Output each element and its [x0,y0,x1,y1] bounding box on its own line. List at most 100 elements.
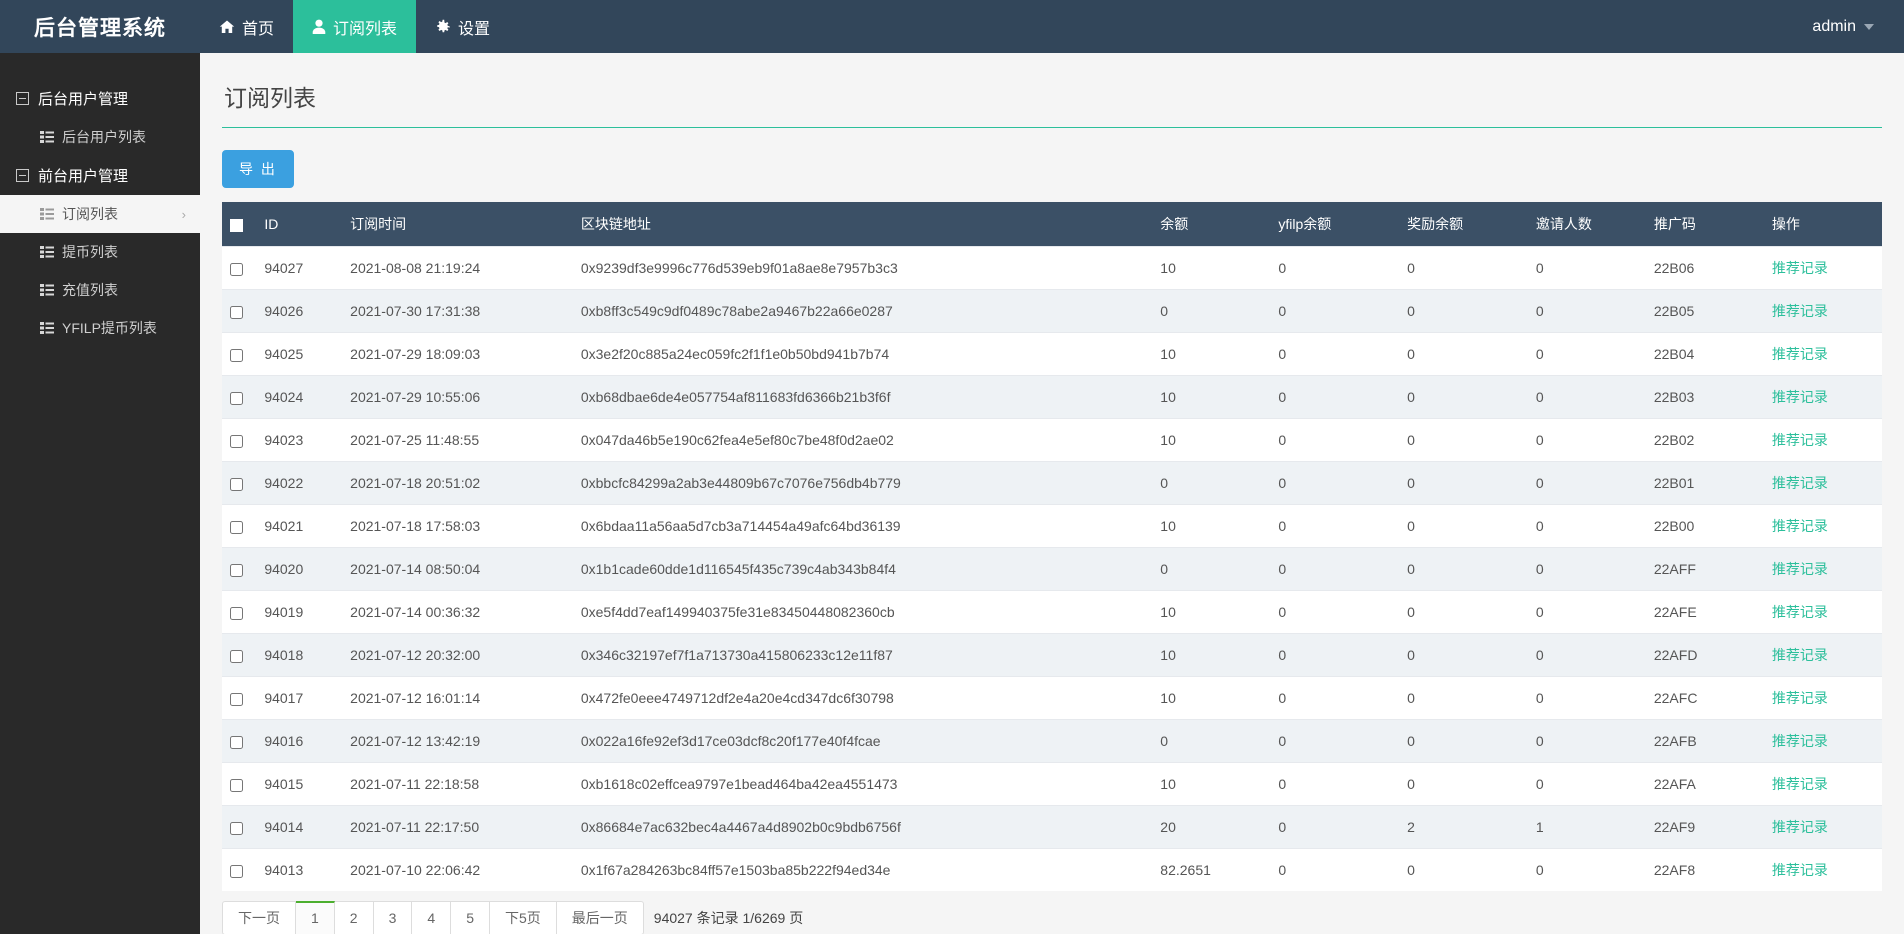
row-checkbox[interactable] [230,349,243,362]
referral-record-link[interactable]: 推荐记录 [1772,776,1828,792]
cell-balance: 20 [1152,806,1270,849]
cell-address: 0x1f67a284263bc84ff57e1503ba85b222f94ed3… [573,849,1152,892]
referral-record-link[interactable]: 推荐记录 [1772,690,1828,706]
pagination-link[interactable]: 3 [374,901,413,934]
row-checkbox[interactable] [230,392,243,405]
referral-record-link[interactable]: 推荐记录 [1772,561,1828,577]
cell-time: 2021-07-29 10:55:06 [342,376,573,419]
cell-yfilp-balance: 0 [1270,419,1399,462]
referral-record-link[interactable]: 推荐记录 [1772,346,1828,362]
cell-id: 94026 [256,290,342,333]
row-checkbox[interactable] [230,822,243,835]
pagination-link[interactable]: 2 [335,901,374,934]
sidebar-group-admin-users[interactable]: 后台用户管理 [0,79,200,118]
pagination-link[interactable]: 1 [296,901,335,934]
pagination-link[interactable]: 下5页 [490,901,557,934]
list-icon [40,131,54,143]
nav-item-settings[interactable]: 设置 [416,0,509,53]
cell-yfilp-balance: 0 [1270,247,1399,290]
row-checkbox[interactable] [230,650,243,663]
cell-reward-balance: 0 [1399,376,1528,419]
table-row: 940202021-07-14 08:50:040x1b1cade60dde1d… [222,548,1882,591]
select-all-checkbox[interactable] [230,219,243,232]
referral-record-link[interactable]: 推荐记录 [1772,733,1828,749]
nav-item-home[interactable]: 首页 [200,0,293,53]
cell-yfilp-balance: 0 [1270,849,1399,892]
sidebar-group-front-users[interactable]: 前台用户管理 [0,156,200,195]
row-checkbox[interactable] [230,736,243,749]
pagination-link[interactable]: 5 [451,901,490,934]
sidebar-item-admin-user-list[interactable]: 后台用户列表 [0,118,200,156]
column-header-balance[interactable]: 余额 [1152,202,1270,247]
cell-promo-code: 22AFF [1646,548,1764,591]
row-checkbox[interactable] [230,478,243,491]
cell-balance: 10 [1152,591,1270,634]
user-menu[interactable]: admin [1812,0,1904,53]
column-header-reward-balance[interactable]: 奖励余额 [1399,202,1528,247]
main-content: 订阅列表 导 出 ID 订阅时间 区块链地址 余额 yfilp余额 奖励余额 邀… [200,53,1904,934]
column-header-promo-code[interactable]: 推广码 [1646,202,1764,247]
nav-item-subscription[interactable]: 订阅列表 [293,0,416,53]
cell-yfilp-balance: 0 [1270,333,1399,376]
referral-record-link[interactable]: 推荐记录 [1772,604,1828,620]
cell-yfilp-balance: 0 [1270,806,1399,849]
referral-record-link[interactable]: 推荐记录 [1772,819,1828,835]
cell-time: 2021-07-12 20:32:00 [342,634,573,677]
sidebar: 后台用户管理 后台用户列表 前台用户管理 订阅列表 › 提币列表 充值列表 YF… [0,53,200,934]
referral-record-link[interactable]: 推荐记录 [1772,303,1828,319]
referral-record-link[interactable]: 推荐记录 [1772,475,1828,491]
row-checkbox[interactable] [230,607,243,620]
chevron-right-icon: › [182,207,186,222]
export-button[interactable]: 导 出 [222,150,294,188]
sidebar-item-withdraw-list-label: 提币列表 [62,242,118,262]
column-header-action[interactable]: 操作 [1764,202,1882,247]
cell-action: 推荐记录 [1764,763,1882,806]
column-header-yfilp-balance[interactable]: yfilp余额 [1270,202,1399,247]
sidebar-item-withdraw-list[interactable]: 提币列表 [0,233,200,271]
pagination-link[interactable]: 最后一页 [557,901,644,934]
cell-time: 2021-07-10 22:06:42 [342,849,573,892]
column-header-address[interactable]: 区块链地址 [573,202,1152,247]
row-checkbox[interactable] [230,693,243,706]
referral-record-link[interactable]: 推荐记录 [1772,389,1828,405]
referral-record-link[interactable]: 推荐记录 [1772,260,1828,276]
pagination-link[interactable]: 4 [412,901,451,934]
row-checkbox[interactable] [230,779,243,792]
row-select-cell [222,376,256,419]
referral-record-link[interactable]: 推荐记录 [1772,862,1828,878]
table-body: 940272021-08-08 21:19:240x9239df3e9996c7… [222,247,1882,892]
column-header-time[interactable]: 订阅时间 [342,202,573,247]
cell-promo-code: 22B04 [1646,333,1764,376]
column-header-invite-count[interactable]: 邀请人数 [1528,202,1646,247]
row-checkbox[interactable] [230,865,243,878]
cell-yfilp-balance: 0 [1270,720,1399,763]
referral-record-link[interactable]: 推荐记录 [1772,647,1828,663]
collapse-minus-icon [16,169,29,182]
cell-balance: 10 [1152,505,1270,548]
sidebar-item-recharge-list[interactable]: 充值列表 [0,271,200,309]
cell-address: 0x022a16fe92ef3d17ce03dcf8c20f177e40f4fc… [573,720,1152,763]
table-row: 940142021-07-11 22:17:500x86684e7ac632be… [222,806,1882,849]
cell-action: 推荐记录 [1764,677,1882,720]
cell-address: 0x346c32197ef7f1a713730a415806233c12e11f… [573,634,1152,677]
cell-invite-count: 0 [1528,720,1646,763]
column-header-id[interactable]: ID [256,202,342,247]
sidebar-item-yfilp-withdraw-list[interactable]: YFILP提币列表 [0,309,200,347]
cell-id: 94019 [256,591,342,634]
row-checkbox[interactable] [230,435,243,448]
sidebar-item-subscription-list[interactable]: 订阅列表 › [0,195,200,233]
referral-record-link[interactable]: 推荐记录 [1772,432,1828,448]
cell-balance: 0 [1152,548,1270,591]
cell-invite-count: 0 [1528,290,1646,333]
table-row: 940252021-07-29 18:09:030x3e2f20c885a24e… [222,333,1882,376]
row-checkbox[interactable] [230,263,243,276]
row-checkbox[interactable] [230,564,243,577]
cell-promo-code: 22B01 [1646,462,1764,505]
cell-invite-count: 0 [1528,462,1646,505]
referral-record-link[interactable]: 推荐记录 [1772,518,1828,534]
row-checkbox[interactable] [230,521,243,534]
table-row: 940272021-08-08 21:19:240x9239df3e9996c7… [222,247,1882,290]
cell-invite-count: 0 [1528,677,1646,720]
pagination-link[interactable]: 下一页 [222,901,296,934]
row-checkbox[interactable] [230,306,243,319]
